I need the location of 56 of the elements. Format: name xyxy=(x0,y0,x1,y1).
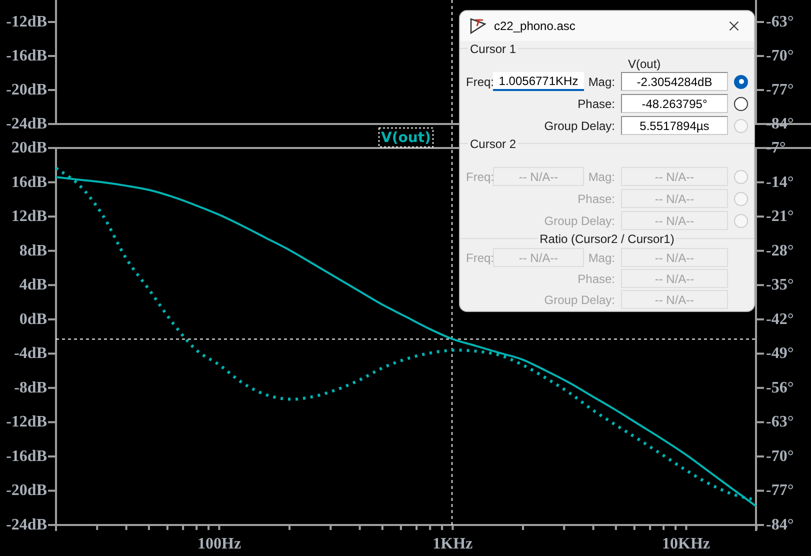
axis-label: -56° xyxy=(766,379,794,396)
axis-label: -84° xyxy=(766,516,794,534)
axis-label: -70° xyxy=(766,48,794,64)
value-field[interactable]: -48.263795° xyxy=(621,94,728,113)
axis-label: -4dB xyxy=(14,345,47,362)
axis-label: 8dB xyxy=(19,242,47,260)
axis-label: 20dB xyxy=(11,140,47,156)
axis-label: -28° xyxy=(766,242,794,260)
field-label: Freq: xyxy=(466,74,493,90)
axis-label: -21° xyxy=(766,208,794,226)
field-label: Freq: xyxy=(466,168,493,186)
field-label: Phase: xyxy=(578,96,615,112)
field-label: Phase: xyxy=(578,270,615,288)
field-label: Mag: xyxy=(588,74,615,90)
field-label: Mag: xyxy=(588,250,615,266)
axis-label: 12dB xyxy=(11,208,47,226)
axis-label: -35° xyxy=(766,276,794,294)
field-label: Freq: xyxy=(466,250,493,266)
axis-label: -20dB xyxy=(6,482,47,500)
axis-label: 10KHz xyxy=(662,536,710,552)
trace-label: V(out) xyxy=(378,128,434,148)
axis-label: -20dB xyxy=(6,82,47,98)
field-label: Group Delay: xyxy=(544,292,615,308)
axis-label: -12dB xyxy=(6,14,47,30)
axis-label: 100Hz xyxy=(198,536,242,552)
value-field[interactable]: -2.3054284dB xyxy=(621,72,728,91)
section-title: Ratio (Cursor2 / Cursor1) xyxy=(538,231,676,247)
axis-label: -63° xyxy=(766,14,794,30)
app-icon xyxy=(470,18,486,34)
axis-label: 1KHz xyxy=(432,536,473,552)
field-label: Mag: xyxy=(588,168,615,186)
axis-label: -16dB xyxy=(6,448,47,465)
value-field[interactable]: 5.5517894µs xyxy=(621,116,728,135)
field-label: Group Delay: xyxy=(544,118,615,134)
axis-label: 4dB xyxy=(19,276,47,294)
value-field[interactable]: 1.0056771KHz xyxy=(493,72,584,91)
axis-label: -42° xyxy=(766,310,794,328)
axis-label: -24dB xyxy=(6,116,47,132)
trace-name: V(out) xyxy=(628,57,661,72)
axis-label: -49° xyxy=(766,345,794,362)
radio-button[interactable] xyxy=(734,96,748,110)
axis-label: 0dB xyxy=(19,310,47,328)
axis-label: -12dB xyxy=(6,414,47,431)
axis-label: -70° xyxy=(766,448,794,465)
radio-button[interactable] xyxy=(734,74,748,88)
axis-label: -16dB xyxy=(6,48,47,64)
axis-label: 16dB xyxy=(11,174,47,191)
window-title: c22_phono.asc xyxy=(494,18,576,35)
field-label: Group Delay: xyxy=(544,212,615,230)
axis-label: -24dB xyxy=(6,516,47,534)
axis-label: -8dB xyxy=(14,379,47,396)
axis-label: -77° xyxy=(766,82,794,98)
field-label: Phase: xyxy=(578,190,615,208)
axis-label: -63° xyxy=(766,414,794,431)
axis-label: -77° xyxy=(766,482,794,500)
axis-label: -14° xyxy=(766,174,794,191)
